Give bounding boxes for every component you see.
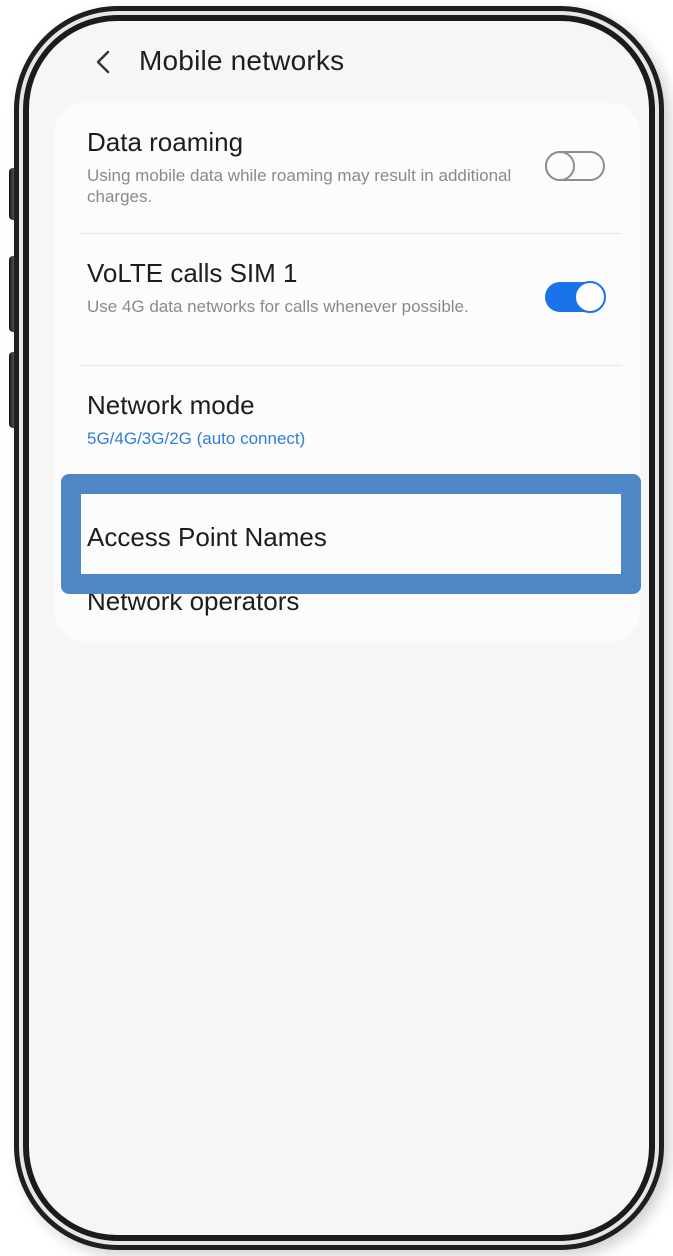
volte-subtitle: Use 4G data networks for calls whenever … <box>87 297 469 316</box>
network-mode-value: 5G/4G/3G/2G (auto connect) <box>87 429 306 448</box>
top-app-bar: Mobile networks <box>29 21 649 111</box>
settings-card: Data roaming Using mobile data while roa… <box>55 103 640 641</box>
phone-screen: Mobile networks Data roaming Using mobil… <box>29 21 649 1235</box>
volte-title: VoLTE calls SIM 1 <box>87 258 298 288</box>
data-roaming-toggle[interactable] <box>545 151 605 181</box>
data-roaming-subtitle: Using mobile data while roaming may resu… <box>87 166 512 206</box>
data-roaming-row[interactable]: Data roaming Using mobile data while roa… <box>55 103 640 231</box>
toggle-knob <box>545 151 575 181</box>
phone-frame: Mobile networks Data roaming Using mobil… <box>14 6 664 1250</box>
network-operators-row[interactable]: Network operators <box>55 586 640 641</box>
data-roaming-title: Data roaming <box>87 127 244 157</box>
volte-row[interactable]: VoLTE calls SIM 1 Use 4G data networks f… <box>55 234 640 364</box>
toggle-knob <box>574 281 606 313</box>
volte-toggle[interactable] <box>545 281 606 313</box>
chevron-left-icon[interactable] <box>89 47 119 77</box>
access-point-names-title: Access Point Names <box>87 522 327 552</box>
network-mode-title: Network mode <box>87 390 255 420</box>
page-title: Mobile networks <box>139 45 345 76</box>
network-operators-title: Network operators <box>87 586 300 616</box>
access-point-names-row[interactable]: Access Point Names <box>55 496 640 586</box>
network-mode-row[interactable]: Network mode 5G/4G/3G/2G (auto connect) <box>55 366 640 462</box>
phone-mockup: Mobile networks Data roaming Using mobil… <box>0 0 673 1256</box>
